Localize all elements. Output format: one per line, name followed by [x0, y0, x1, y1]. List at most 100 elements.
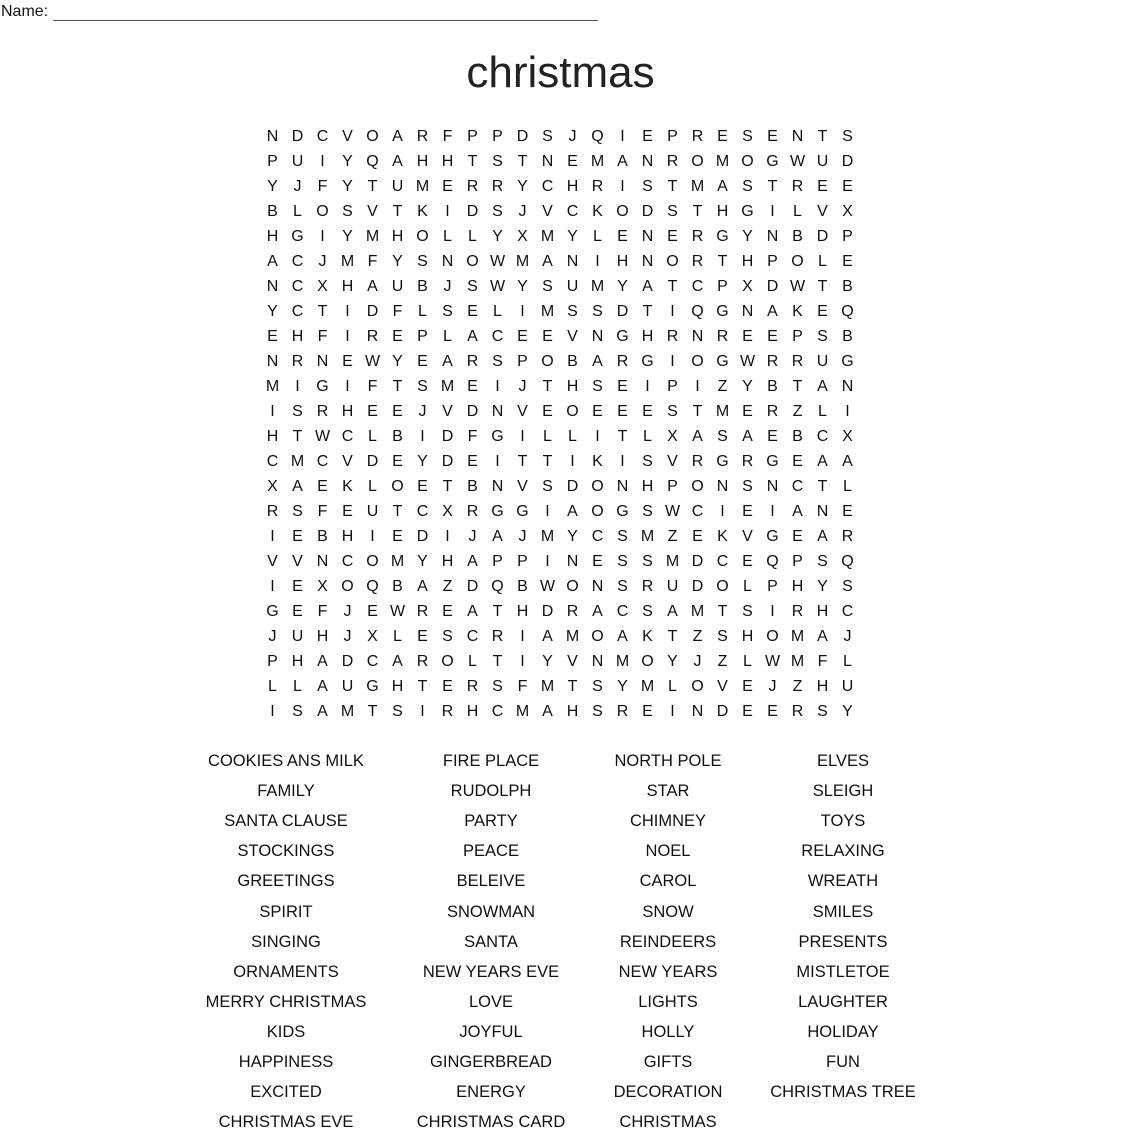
grid-letter[interactable]: N: [535, 153, 560, 171]
grid-letter[interactable]: H: [335, 278, 360, 296]
grid-letter[interactable]: N: [310, 353, 335, 371]
grid-letter[interactable]: K: [585, 203, 610, 221]
grid-letter[interactable]: R: [485, 178, 510, 196]
grid-letter[interactable]: N: [260, 278, 285, 296]
grid-letter[interactable]: U: [285, 153, 310, 171]
grid-letter[interactable]: A: [385, 153, 410, 171]
grid-letter[interactable]: A: [485, 528, 510, 546]
grid-letter[interactable]: A: [610, 628, 635, 646]
grid-letter[interactable]: S: [660, 203, 685, 221]
grid-letter[interactable]: W: [360, 353, 385, 371]
grid-letter[interactable]: X: [360, 628, 385, 646]
grid-letter[interactable]: V: [560, 653, 585, 671]
grid-letter[interactable]: V: [560, 328, 585, 346]
grid-letter[interactable]: S: [385, 703, 410, 721]
grid-letter[interactable]: V: [710, 678, 735, 696]
grid-letter[interactable]: D: [510, 128, 535, 146]
grid-letter[interactable]: A: [785, 503, 810, 521]
grid-letter[interactable]: L: [735, 578, 760, 596]
grid-letter[interactable]: I: [435, 528, 460, 546]
grid-letter[interactable]: M: [610, 653, 635, 671]
grid-letter[interactable]: C: [785, 478, 810, 496]
grid-letter[interactable]: Y: [260, 178, 285, 196]
grid-letter[interactable]: V: [285, 553, 310, 571]
grid-letter[interactable]: W: [785, 278, 810, 296]
grid-letter[interactable]: S: [635, 553, 660, 571]
grid-letter[interactable]: D: [710, 703, 735, 721]
grid-letter[interactable]: M: [535, 678, 560, 696]
grid-letter[interactable]: A: [535, 628, 560, 646]
grid-letter[interactable]: E: [760, 703, 785, 721]
grid-letter[interactable]: B: [385, 428, 410, 446]
grid-letter[interactable]: M: [360, 228, 385, 246]
grid-letter[interactable]: I: [410, 428, 435, 446]
grid-letter[interactable]: E: [335, 503, 360, 521]
grid-letter[interactable]: G: [360, 678, 385, 696]
grid-letter[interactable]: L: [385, 628, 410, 646]
grid-letter[interactable]: Y: [335, 178, 360, 196]
grid-letter[interactable]: T: [710, 603, 735, 621]
grid-letter[interactable]: G: [760, 453, 785, 471]
grid-letter[interactable]: F: [510, 678, 535, 696]
grid-letter[interactable]: I: [485, 453, 510, 471]
grid-letter[interactable]: O: [560, 403, 585, 421]
grid-letter[interactable]: L: [560, 428, 585, 446]
grid-letter[interactable]: L: [485, 303, 510, 321]
grid-letter[interactable]: S: [810, 328, 835, 346]
grid-letter[interactable]: C: [685, 278, 710, 296]
grid-letter[interactable]: A: [360, 278, 385, 296]
grid-letter[interactable]: E: [285, 603, 310, 621]
grid-letter[interactable]: H: [260, 228, 285, 246]
grid-letter[interactable]: M: [335, 703, 360, 721]
grid-letter[interactable]: E: [460, 378, 485, 396]
grid-letter[interactable]: C: [335, 553, 360, 571]
grid-letter[interactable]: P: [710, 278, 735, 296]
grid-letter[interactable]: R: [410, 603, 435, 621]
grid-letter[interactable]: I: [685, 378, 710, 396]
grid-letter[interactable]: N: [635, 228, 660, 246]
grid-letter[interactable]: S: [485, 203, 510, 221]
grid-letter[interactable]: A: [660, 603, 685, 621]
grid-letter[interactable]: V: [435, 403, 460, 421]
grid-letter[interactable]: M: [660, 553, 685, 571]
grid-letter[interactable]: M: [710, 153, 735, 171]
grid-letter[interactable]: R: [485, 628, 510, 646]
grid-letter[interactable]: Y: [610, 678, 635, 696]
grid-letter[interactable]: R: [460, 678, 485, 696]
grid-letter[interactable]: E: [810, 303, 835, 321]
grid-letter[interactable]: A: [810, 628, 835, 646]
grid-letter[interactable]: H: [435, 153, 460, 171]
grid-letter[interactable]: Z: [435, 578, 460, 596]
grid-letter[interactable]: A: [835, 453, 860, 471]
grid-letter[interactable]: W: [660, 503, 685, 521]
grid-letter[interactable]: O: [335, 578, 360, 596]
grid-letter[interactable]: G: [710, 453, 735, 471]
grid-letter[interactable]: T: [560, 678, 585, 696]
grid-letter[interactable]: N: [485, 478, 510, 496]
grid-letter[interactable]: L: [660, 678, 685, 696]
grid-letter[interactable]: W: [485, 278, 510, 296]
grid-letter[interactable]: N: [585, 328, 610, 346]
grid-letter[interactable]: U: [810, 153, 835, 171]
grid-letter[interactable]: N: [485, 403, 510, 421]
grid-letter[interactable]: T: [685, 203, 710, 221]
grid-letter[interactable]: Z: [785, 678, 810, 696]
grid-letter[interactable]: C: [835, 603, 860, 621]
grid-letter[interactable]: F: [360, 253, 385, 271]
grid-letter[interactable]: N: [610, 478, 635, 496]
grid-letter[interactable]: S: [810, 553, 835, 571]
grid-letter[interactable]: I: [335, 328, 360, 346]
grid-letter[interactable]: C: [285, 278, 310, 296]
grid-letter[interactable]: N: [585, 653, 610, 671]
grid-letter[interactable]: A: [410, 578, 435, 596]
grid-letter[interactable]: K: [785, 303, 810, 321]
grid-letter[interactable]: C: [685, 503, 710, 521]
grid-letter[interactable]: D: [435, 453, 460, 471]
grid-letter[interactable]: E: [435, 178, 460, 196]
grid-letter[interactable]: K: [410, 203, 435, 221]
grid-letter[interactable]: N: [760, 228, 785, 246]
grid-letter[interactable]: O: [460, 253, 485, 271]
grid-letter[interactable]: X: [835, 428, 860, 446]
grid-letter[interactable]: G: [510, 503, 535, 521]
grid-letter[interactable]: H: [260, 428, 285, 446]
